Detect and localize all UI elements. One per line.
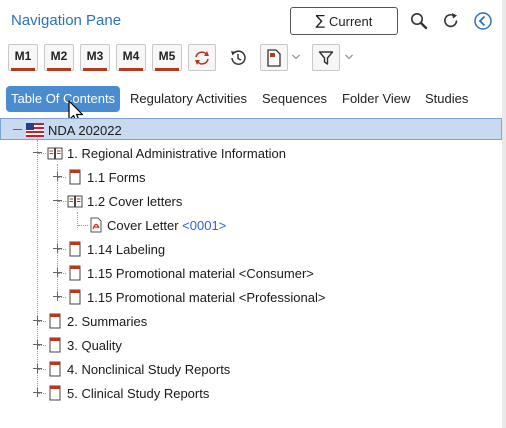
tree-node-label: 2. Summaries xyxy=(67,314,148,329)
tree-node-label: 1.1 Forms xyxy=(87,170,146,185)
tree-node-label: 1.15 Promotional material <Professional> xyxy=(87,290,326,305)
book-icon xyxy=(69,265,81,281)
module-button-m5[interactable]: M5 xyxy=(152,44,182,71)
history-button[interactable] xyxy=(224,44,252,71)
tree-node-1-15-consumer[interactable]: 1.15 Promotional material <Consumer> xyxy=(0,262,502,284)
book-icon xyxy=(49,337,61,353)
open-book-icon xyxy=(67,195,83,208)
document-button[interactable] xyxy=(260,44,288,71)
expand-toggle-icon[interactable] xyxy=(52,243,63,254)
tree-node-1-15-professional[interactable]: 1.15 Promotional material <Professional> xyxy=(0,286,502,308)
module-button-m3[interactable]: M3 xyxy=(80,44,110,71)
navigation-pane-header: Navigation Pane ∑ Current xyxy=(0,0,506,40)
expand-toggle-icon[interactable] xyxy=(32,387,43,398)
collapse-pane-icon[interactable] xyxy=(473,11,493,31)
tab-regulatory-activities[interactable]: Regulatory Activities xyxy=(130,86,247,112)
book-icon xyxy=(49,385,61,401)
book-icon xyxy=(49,361,61,377)
chevron-down-icon[interactable] xyxy=(344,52,354,62)
tree-node-1-14-labeling[interactable]: 1.14 Labeling xyxy=(0,238,502,260)
collapse-toggle-icon[interactable] xyxy=(12,124,23,135)
tree-node-label: 4. Nonclinical Study Reports xyxy=(67,362,231,377)
sequence-number: <0001> xyxy=(182,218,227,233)
tree-node-1-1-forms[interactable]: 1.1 Forms xyxy=(0,166,502,188)
us-flag-icon xyxy=(26,123,44,137)
tree-node-module-3[interactable]: 3. Quality xyxy=(0,334,502,356)
table-of-contents-tree: NDA 202022 1. Regional Administrative In… xyxy=(0,118,502,428)
tree-root-node[interactable]: NDA 202022 xyxy=(0,118,502,140)
refresh-icon[interactable] xyxy=(441,11,461,31)
book-icon xyxy=(49,313,61,329)
expand-toggle-icon[interactable] xyxy=(52,291,63,302)
tab-studies[interactable]: Studies xyxy=(425,86,468,112)
tree-node-label: 1.14 Labeling xyxy=(87,242,166,257)
collapse-toggle-icon[interactable] xyxy=(32,147,43,158)
module-button-m2[interactable]: M2 xyxy=(44,44,74,71)
vertical-scrollbar[interactable] xyxy=(502,0,506,428)
expand-toggle-icon[interactable] xyxy=(32,339,43,350)
current-button[interactable]: ∑ Current xyxy=(290,7,398,35)
sigma-icon: ∑ xyxy=(315,13,326,29)
tree-node-label: 1.15 Promotional material <Consumer> xyxy=(87,266,314,281)
search-icon[interactable] xyxy=(409,11,429,31)
toolbar: M1 M2 M3 M4 M5 xyxy=(0,44,506,74)
tree-leaf-label-group: Cover Letter <0001> xyxy=(107,218,226,233)
tab-table-of-contents[interactable]: Table Of Contents xyxy=(6,86,121,112)
view-tabs: Table Of Contents Regulatory Activities … xyxy=(0,86,506,112)
book-icon xyxy=(69,289,81,305)
current-button-label: Current xyxy=(329,13,373,29)
tree-node-module-5[interactable]: 5. Clinical Study Reports xyxy=(0,382,502,404)
tree-leaf-cover-letter[interactable]: Cover Letter <0001> xyxy=(0,214,502,236)
collapse-toggle-icon[interactable] xyxy=(52,195,63,206)
tree-node-1-2-cover-letters[interactable]: 1.2 Cover letters xyxy=(0,190,502,212)
sync-icon xyxy=(195,50,209,65)
tree-node-label: 3. Quality xyxy=(67,338,122,353)
document-icon xyxy=(267,48,281,67)
tree-node-label: NDA 202022 xyxy=(48,123,122,138)
tree-node-module-4[interactable]: 4. Nonclinical Study Reports xyxy=(0,358,502,380)
tree-node-label: 1.2 Cover letters xyxy=(87,194,183,209)
tree-node-module-2[interactable]: 2. Summaries xyxy=(0,310,502,332)
module-button-m4[interactable]: M4 xyxy=(116,44,146,71)
sync-button[interactable] xyxy=(188,44,216,71)
pdf-file-icon xyxy=(90,217,102,233)
tab-sequences[interactable]: Sequences xyxy=(262,86,327,112)
tab-folder-view[interactable]: Folder View xyxy=(342,86,410,112)
tree-node-module-1[interactable]: 1. Regional Administrative Information xyxy=(0,142,502,164)
expand-toggle-icon[interactable] xyxy=(32,363,43,374)
expand-toggle-icon[interactable] xyxy=(52,171,63,182)
module-button-m1[interactable]: M1 xyxy=(8,44,38,71)
open-book-icon xyxy=(47,147,63,160)
history-icon xyxy=(231,49,246,65)
book-icon xyxy=(69,241,81,257)
expand-toggle-icon[interactable] xyxy=(32,315,43,326)
chevron-down-icon[interactable] xyxy=(291,52,301,62)
expand-toggle-icon[interactable] xyxy=(52,267,63,278)
filter-icon xyxy=(318,50,334,65)
book-icon xyxy=(69,169,81,185)
tree-node-label: Cover Letter xyxy=(107,218,179,233)
tree-node-label: 1. Regional Administrative Information xyxy=(67,146,286,161)
tree-node-label: 5. Clinical Study Reports xyxy=(67,386,210,401)
tree-connector xyxy=(78,225,88,226)
pane-title: Navigation Pane xyxy=(11,12,122,29)
filter-button[interactable] xyxy=(312,44,340,71)
